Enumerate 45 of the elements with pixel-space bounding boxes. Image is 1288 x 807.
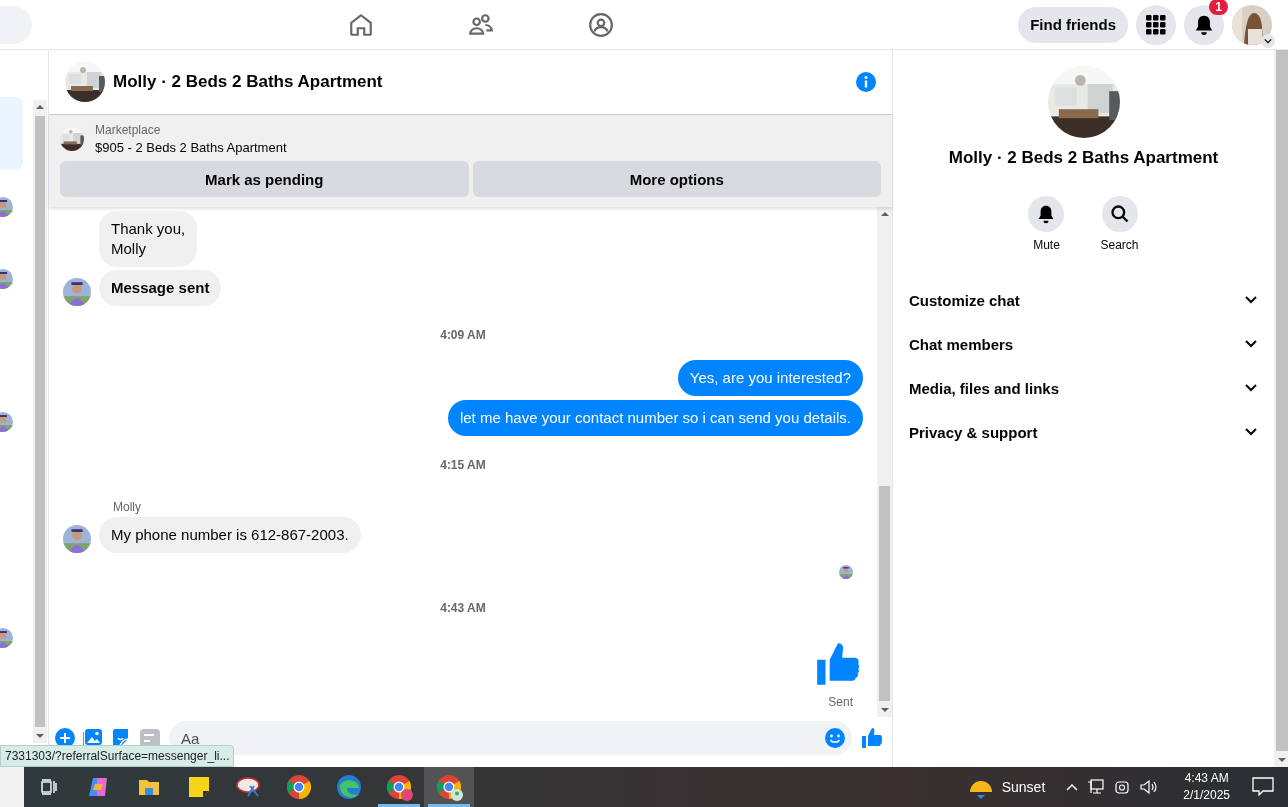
search-icon <box>1109 204 1130 224</box>
url-tooltip: 7331303/?referralSurface=messenger_li... <box>0 745 235 767</box>
scrollbar[interactable] <box>33 100 47 743</box>
conversation-title: Molly · 2 Beds 2 Baths Apartment <box>948 148 1219 168</box>
find-friends-button[interactable]: Find friends <box>1018 6 1128 43</box>
message-bubble: Thank you, Molly <box>99 211 198 267</box>
apps-grid-icon <box>1146 14 1166 35</box>
listing-action-button[interactable]: More options <box>472 161 881 197</box>
caret-icon[interactable] <box>1261 33 1275 48</box>
message-bubble: My phone number is 612-867-2003. <box>99 517 361 553</box>
listing-title: $905 - 2 Beds 2 Baths Apartment <box>95 140 287 155</box>
notification-badge: 1 <box>1209 0 1228 15</box>
weather-widget[interactable]: Sunset <box>955 774 1058 800</box>
timestamp: 4:09 AM <box>440 328 486 342</box>
info-icon[interactable] <box>856 72 876 92</box>
friends-icon[interactable] <box>468 11 494 38</box>
groups-icon[interactable] <box>588 11 614 38</box>
section-header[interactable]: Media, files and links <box>901 366 1266 410</box>
notifications-icon[interactable] <box>1252 777 1274 797</box>
camera-icon[interactable] <box>1113 778 1132 796</box>
bell-icon <box>1193 13 1215 36</box>
scrollbar[interactable] <box>1274 50 1288 767</box>
network-icon[interactable] <box>1087 778 1106 796</box>
message-bubble: Message sent <box>99 270 222 306</box>
section-header[interactable]: Chat members <box>901 322 1266 366</box>
thumbs-up-icon[interactable] <box>860 726 884 750</box>
listing-action-button[interactable]: Mark as pending <box>60 161 469 197</box>
section-header[interactable]: Customize chat <box>901 278 1266 322</box>
chrome-icon[interactable] <box>424 767 474 807</box>
volume-icon[interactable] <box>1139 778 1160 796</box>
section-header[interactable]: Privacy & support <box>901 410 1266 454</box>
timestamp: 4:43 AM <box>440 601 486 615</box>
chat-title: Molly · 2 Beds 2 Baths Apartment <box>113 72 384 92</box>
message-bubble: let me have your contact number so i can send you details. <box>447 400 863 436</box>
sender-name: Molly <box>113 500 142 514</box>
image-icon[interactable] <box>83 728 103 748</box>
scrollbar[interactable] <box>877 207 892 717</box>
clock[interactable]: 4:43 AM 2/1/2025 <box>1177 769 1236 805</box>
delivery-status: Sent <box>828 695 853 709</box>
listing-source: Marketplace <box>95 123 162 137</box>
emoji-icon[interactable] <box>824 727 846 749</box>
message-bubble: Yes, are you interested? <box>677 360 863 396</box>
home-icon[interactable] <box>348 11 374 38</box>
menu-button[interactable] <box>1136 4 1176 45</box>
timestamp: 4:15 AM <box>440 458 486 472</box>
